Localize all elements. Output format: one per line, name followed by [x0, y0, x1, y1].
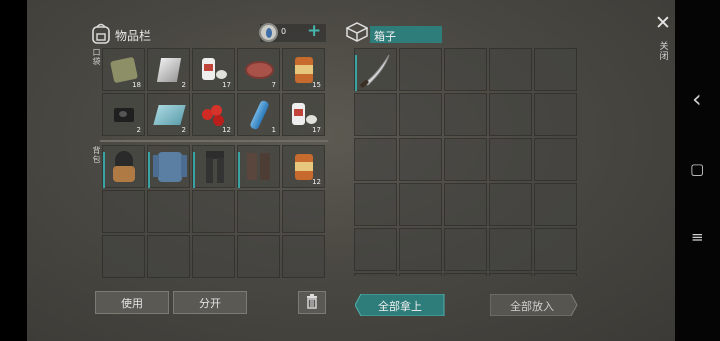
box-slot[interactable]	[534, 138, 577, 181]
pocket-slot[interactable]: 2	[147, 93, 190, 136]
trash-button[interactable]	[298, 291, 326, 314]
pocket-slot[interactable]: 15	[282, 48, 325, 91]
game-screen: 物品栏 0 + 口袋 背包 18 2 17 7 15 2 2 12 1 17 1…	[27, 0, 675, 341]
pocket-slot[interactable]: 17	[192, 48, 235, 91]
backpack-slot[interactable]	[147, 145, 190, 188]
box-slot[interactable]	[399, 93, 442, 136]
close-label: 关闭	[659, 42, 669, 62]
backpack-slot[interactable]: 12	[282, 145, 325, 188]
box-slot[interactable]	[534, 273, 577, 276]
backpack-slot[interactable]	[147, 190, 190, 233]
system-navbar: ‹ ▢ ≡	[675, 0, 720, 341]
pocket-slot[interactable]: 12	[192, 93, 235, 136]
box-slot[interactable]	[444, 228, 487, 271]
backpack-icon	[91, 22, 111, 44]
home-nav-button[interactable]: ▢	[690, 160, 704, 178]
backpack-slot[interactable]	[102, 190, 145, 233]
backpack-slot[interactable]	[102, 145, 145, 188]
add-currency-button[interactable]: +	[307, 21, 321, 41]
backpack-slot[interactable]	[237, 190, 280, 233]
box-icon	[345, 22, 369, 42]
box-slot[interactable]	[444, 93, 487, 136]
box-slot[interactable]	[354, 273, 397, 276]
backpack-slot[interactable]	[102, 235, 145, 278]
box-slot[interactable]	[399, 273, 442, 276]
pockets-label: 口袋	[92, 48, 101, 66]
section-divider	[100, 140, 328, 142]
take-all-button[interactable]: 全部拿上	[355, 294, 445, 316]
backpack-slot[interactable]	[282, 190, 325, 233]
take-all-label: 全部拿上	[378, 300, 422, 313]
backpack-label: 背包	[92, 146, 101, 164]
pocket-slot[interactable]: 1	[237, 93, 280, 136]
box-slot[interactable]	[399, 228, 442, 271]
box-slot[interactable]	[534, 183, 577, 226]
box-slot[interactable]	[399, 183, 442, 226]
box-slot[interactable]	[399, 48, 442, 91]
box-slot[interactable]	[354, 48, 397, 91]
backpack-slot[interactable]	[147, 235, 190, 278]
put-all-button[interactable]: 全部放入	[490, 294, 578, 316]
pants-icon	[193, 146, 236, 189]
box-slot[interactable]	[444, 138, 487, 181]
backpack-slot[interactable]	[192, 235, 235, 278]
box-slot[interactable]	[489, 138, 532, 181]
coin-icon	[259, 23, 278, 42]
box-slot[interactable]	[444, 48, 487, 91]
menu-nav-button[interactable]: ≡	[691, 228, 704, 246]
backpack-slot[interactable]	[237, 235, 280, 278]
currency-amount: 0	[281, 27, 287, 36]
pocket-slot[interactable]: 7	[237, 48, 280, 91]
close-icon: ✕	[655, 12, 671, 34]
box-slot[interactable]	[354, 93, 397, 136]
box-slot[interactable]	[489, 48, 532, 91]
trash-icon	[306, 293, 318, 312]
balaclava-icon	[103, 146, 146, 189]
box-slot[interactable]	[534, 48, 577, 91]
close-button[interactable]: ✕ 关闭	[654, 12, 676, 72]
machete-icon	[355, 49, 398, 92]
backpack-slot[interactable]	[282, 235, 325, 278]
jacket-icon	[148, 146, 191, 189]
box-slot[interactable]	[489, 228, 532, 271]
backpack-slot[interactable]	[192, 190, 235, 233]
box-slot[interactable]	[534, 93, 577, 136]
split-button[interactable]: 分开	[173, 291, 247, 314]
box-slot[interactable]	[489, 93, 532, 136]
backpack-slot[interactable]	[192, 145, 235, 188]
inventory-title: 物品栏	[115, 29, 152, 43]
box-title: 箱子	[374, 30, 396, 43]
pocket-slot[interactable]: 2	[102, 93, 145, 136]
pocket-slot[interactable]: 2	[147, 48, 190, 91]
box-slot[interactable]	[534, 228, 577, 271]
use-button[interactable]: 使用	[95, 291, 169, 314]
backpack-slot[interactable]	[237, 145, 280, 188]
back-nav-button[interactable]: ‹	[692, 85, 702, 113]
put-all-label: 全部放入	[510, 300, 554, 313]
pocket-slot[interactable]: 17	[282, 93, 325, 136]
box-slot[interactable]	[354, 138, 397, 181]
box-slot[interactable]	[489, 183, 532, 226]
box-slot[interactable]	[444, 183, 487, 226]
box-slot[interactable]	[489, 273, 532, 276]
box-grid	[354, 48, 579, 276]
pocket-slot[interactable]: 18	[102, 48, 145, 91]
box-slot[interactable]	[444, 273, 487, 276]
box-slot[interactable]	[399, 138, 442, 181]
box-slot[interactable]	[354, 228, 397, 271]
boots-icon	[238, 146, 281, 189]
box-slot[interactable]	[354, 183, 397, 226]
